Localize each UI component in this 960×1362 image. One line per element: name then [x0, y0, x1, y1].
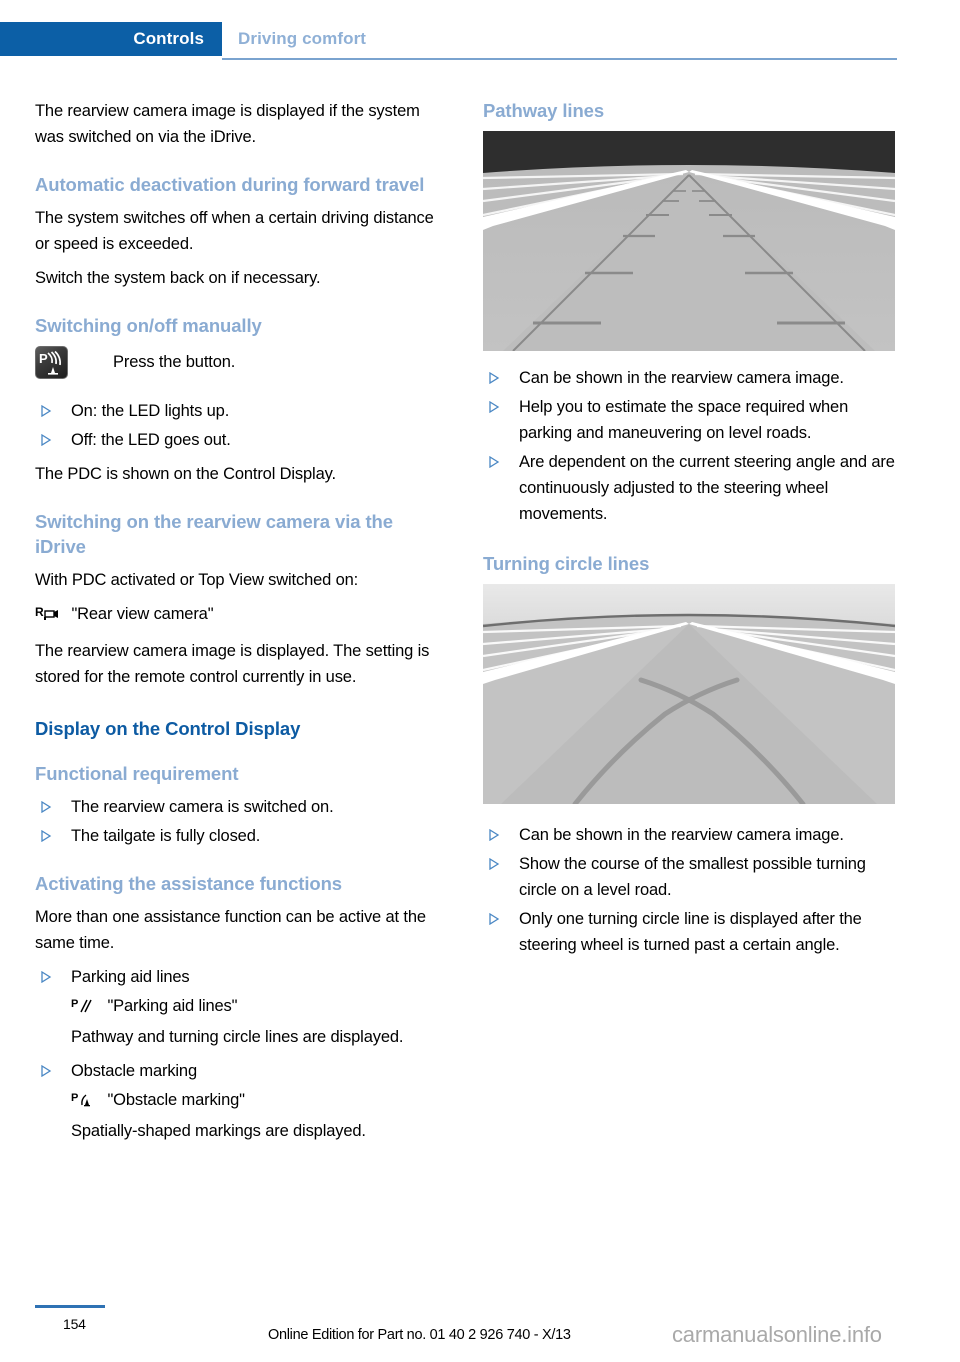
activating-items-2: Obstacle marking — [35, 1058, 447, 1084]
bullet-text: Can be shown in the rearview camera imag… — [519, 826, 844, 844]
pdc-button-icon: P — [35, 346, 68, 379]
list-item: Show the course of the smallest possible… — [483, 851, 895, 903]
bullet-text: On: the LED lights up. — [71, 402, 230, 420]
rear-view-camera-icon: R — [35, 604, 63, 630]
heading-display-control-display: Display on the Control Display — [35, 718, 301, 739]
obstacle-marking-menu-label: "Obstacle marking" — [107, 1091, 245, 1109]
obstacle-marking-icon: P — [71, 1090, 95, 1116]
bullet-text: Off: the LED goes out. — [71, 431, 231, 449]
bullet-triangle-icon — [489, 372, 500, 384]
bullet-text: Help you to estimate the space required … — [519, 398, 849, 442]
bullet-text: The rearview camera is switched on. — [71, 798, 334, 816]
activating-items: Parking aid lines — [35, 964, 447, 990]
list-item: Help you to estimate the space required … — [483, 394, 895, 446]
header-divider — [222, 58, 897, 60]
bullet-text: Are dependent on the current steering an… — [519, 453, 895, 523]
heading-switching-idrive: Switching on the rearview camera via the… — [35, 511, 393, 557]
auto-deactivation-paragraph-2: Switch the system back on if necessary. — [35, 269, 321, 287]
bullet-triangle-icon — [41, 405, 52, 417]
bullet-triangle-icon — [41, 801, 52, 813]
page-header: Controls Driving comfort — [0, 22, 960, 60]
parking-aid-lines-menu-row[interactable]: P "Parking aid lines" — [35, 993, 447, 1022]
list-item: Can be shown in the rearview camera imag… — [483, 365, 895, 391]
tab-controls[interactable]: Controls — [0, 22, 222, 56]
turning-circle-bullets: Can be shown in the rearview camera imag… — [483, 822, 895, 958]
bullet-triangle-icon — [489, 456, 500, 468]
pathway-lines-figure — [483, 131, 895, 351]
list-item: Off: the LED goes out. — [35, 427, 447, 453]
heading-switching-manually: Switching on/off manually — [35, 315, 262, 336]
switching-manually-bullets: On: the LED lights up. Off: the LED goes… — [35, 398, 447, 453]
rear-view-camera-menu-label: "Rear view camera" — [71, 605, 214, 623]
obstacle-marking-description: Spatially-shaped markings are displayed. — [71, 1122, 366, 1140]
bullet-triangle-icon — [41, 830, 52, 842]
list-item: Only one turning circle line is displaye… — [483, 906, 895, 958]
bullet-triangle-icon — [489, 913, 500, 925]
list-item: Are dependent on the current steering an… — [483, 449, 895, 527]
bullet-text: Only one turning circle line is displaye… — [519, 910, 862, 954]
right-column: Pathway lines Can be shown in the rearvi… — [483, 98, 895, 961]
bullet-text: Show the course of the smallest possible… — [519, 855, 866, 899]
parking-aid-lines-description: Pathway and turning circle lines are dis… — [71, 1028, 404, 1046]
tab-driving-comfort[interactable]: Driving comfort — [238, 22, 366, 56]
bullet-triangle-icon — [489, 829, 500, 841]
footer-divider — [35, 1305, 105, 1308]
auto-deactivation-paragraph-1: The system switches off when a certain d… — [35, 209, 434, 253]
pathway-lines-bullets: Can be shown in the rearview camera imag… — [483, 365, 895, 527]
pdc-control-display-paragraph: The PDC is shown on the Control Display. — [35, 465, 336, 483]
list-item: The rearview camera is switched on. — [35, 794, 447, 820]
list-item: Parking aid lines — [35, 964, 447, 990]
parking-aid-lines-icon: P — [71, 996, 95, 1022]
heading-turning-circle-lines: Turning circle lines — [483, 553, 650, 574]
heading-pathway-lines: Pathway lines — [483, 100, 605, 121]
svg-text:P: P — [39, 351, 48, 366]
bullet-text: Parking aid lines — [71, 968, 190, 986]
svg-text:R: R — [35, 605, 44, 619]
list-item: Obstacle marking — [35, 1058, 447, 1084]
bullet-triangle-icon — [489, 858, 500, 870]
idrive-paragraph-1: With PDC activated or Top View switched … — [35, 571, 359, 589]
bullet-triangle-icon — [489, 401, 500, 413]
svg-text:P: P — [71, 1092, 78, 1104]
list-item: Can be shown in the rearview camera imag… — [483, 822, 895, 848]
bullet-text: Obstacle marking — [71, 1062, 197, 1080]
intro-paragraph: The rearview camera image is displayed i… — [35, 102, 420, 146]
bullet-triangle-icon — [41, 971, 52, 983]
rear-view-camera-menu-row[interactable]: R "Rear view camera" — [35, 601, 447, 630]
pdc-button-row: P Press the button. — [35, 346, 447, 388]
heading-functional-requirement: Functional requirement — [35, 763, 239, 784]
functional-requirement-bullets: The rearview camera is switched on. The … — [35, 794, 447, 849]
heading-automatic-deactivation: Automatic deactivation during forward tr… — [35, 174, 425, 195]
svg-text:P: P — [71, 998, 78, 1010]
parking-aid-lines-menu-label: "Parking aid lines" — [107, 997, 238, 1015]
bullet-triangle-icon — [41, 434, 52, 446]
watermark-text: carmanualsonline.info — [672, 1322, 882, 1347]
edition-text: Online Edition for Part no. 01 40 2 926 … — [268, 1327, 571, 1343]
idrive-paragraph-2: The rearview camera image is displayed. … — [35, 642, 430, 686]
activating-paragraph-1: More than one assistance function can be… — [35, 908, 426, 952]
bullet-text: Can be shown in the rearview camera imag… — [519, 369, 844, 387]
bullet-text: The tailgate is fully closed. — [71, 827, 261, 845]
list-item: On: the LED lights up. — [35, 398, 447, 424]
bullet-triangle-icon — [41, 1065, 52, 1077]
pdc-button-instruction: Press the button. — [113, 353, 236, 371]
page-number: 154 — [63, 1316, 86, 1332]
obstacle-marking-menu-row[interactable]: P "Obstacle marking" — [35, 1087, 447, 1116]
heading-activating-assistance: Activating the assistance functions — [35, 873, 342, 894]
left-column: The rearview camera image is displayed i… — [35, 98, 447, 1146]
list-item: The tailgate is fully closed. — [35, 823, 447, 849]
turning-circle-lines-figure — [483, 584, 895, 804]
